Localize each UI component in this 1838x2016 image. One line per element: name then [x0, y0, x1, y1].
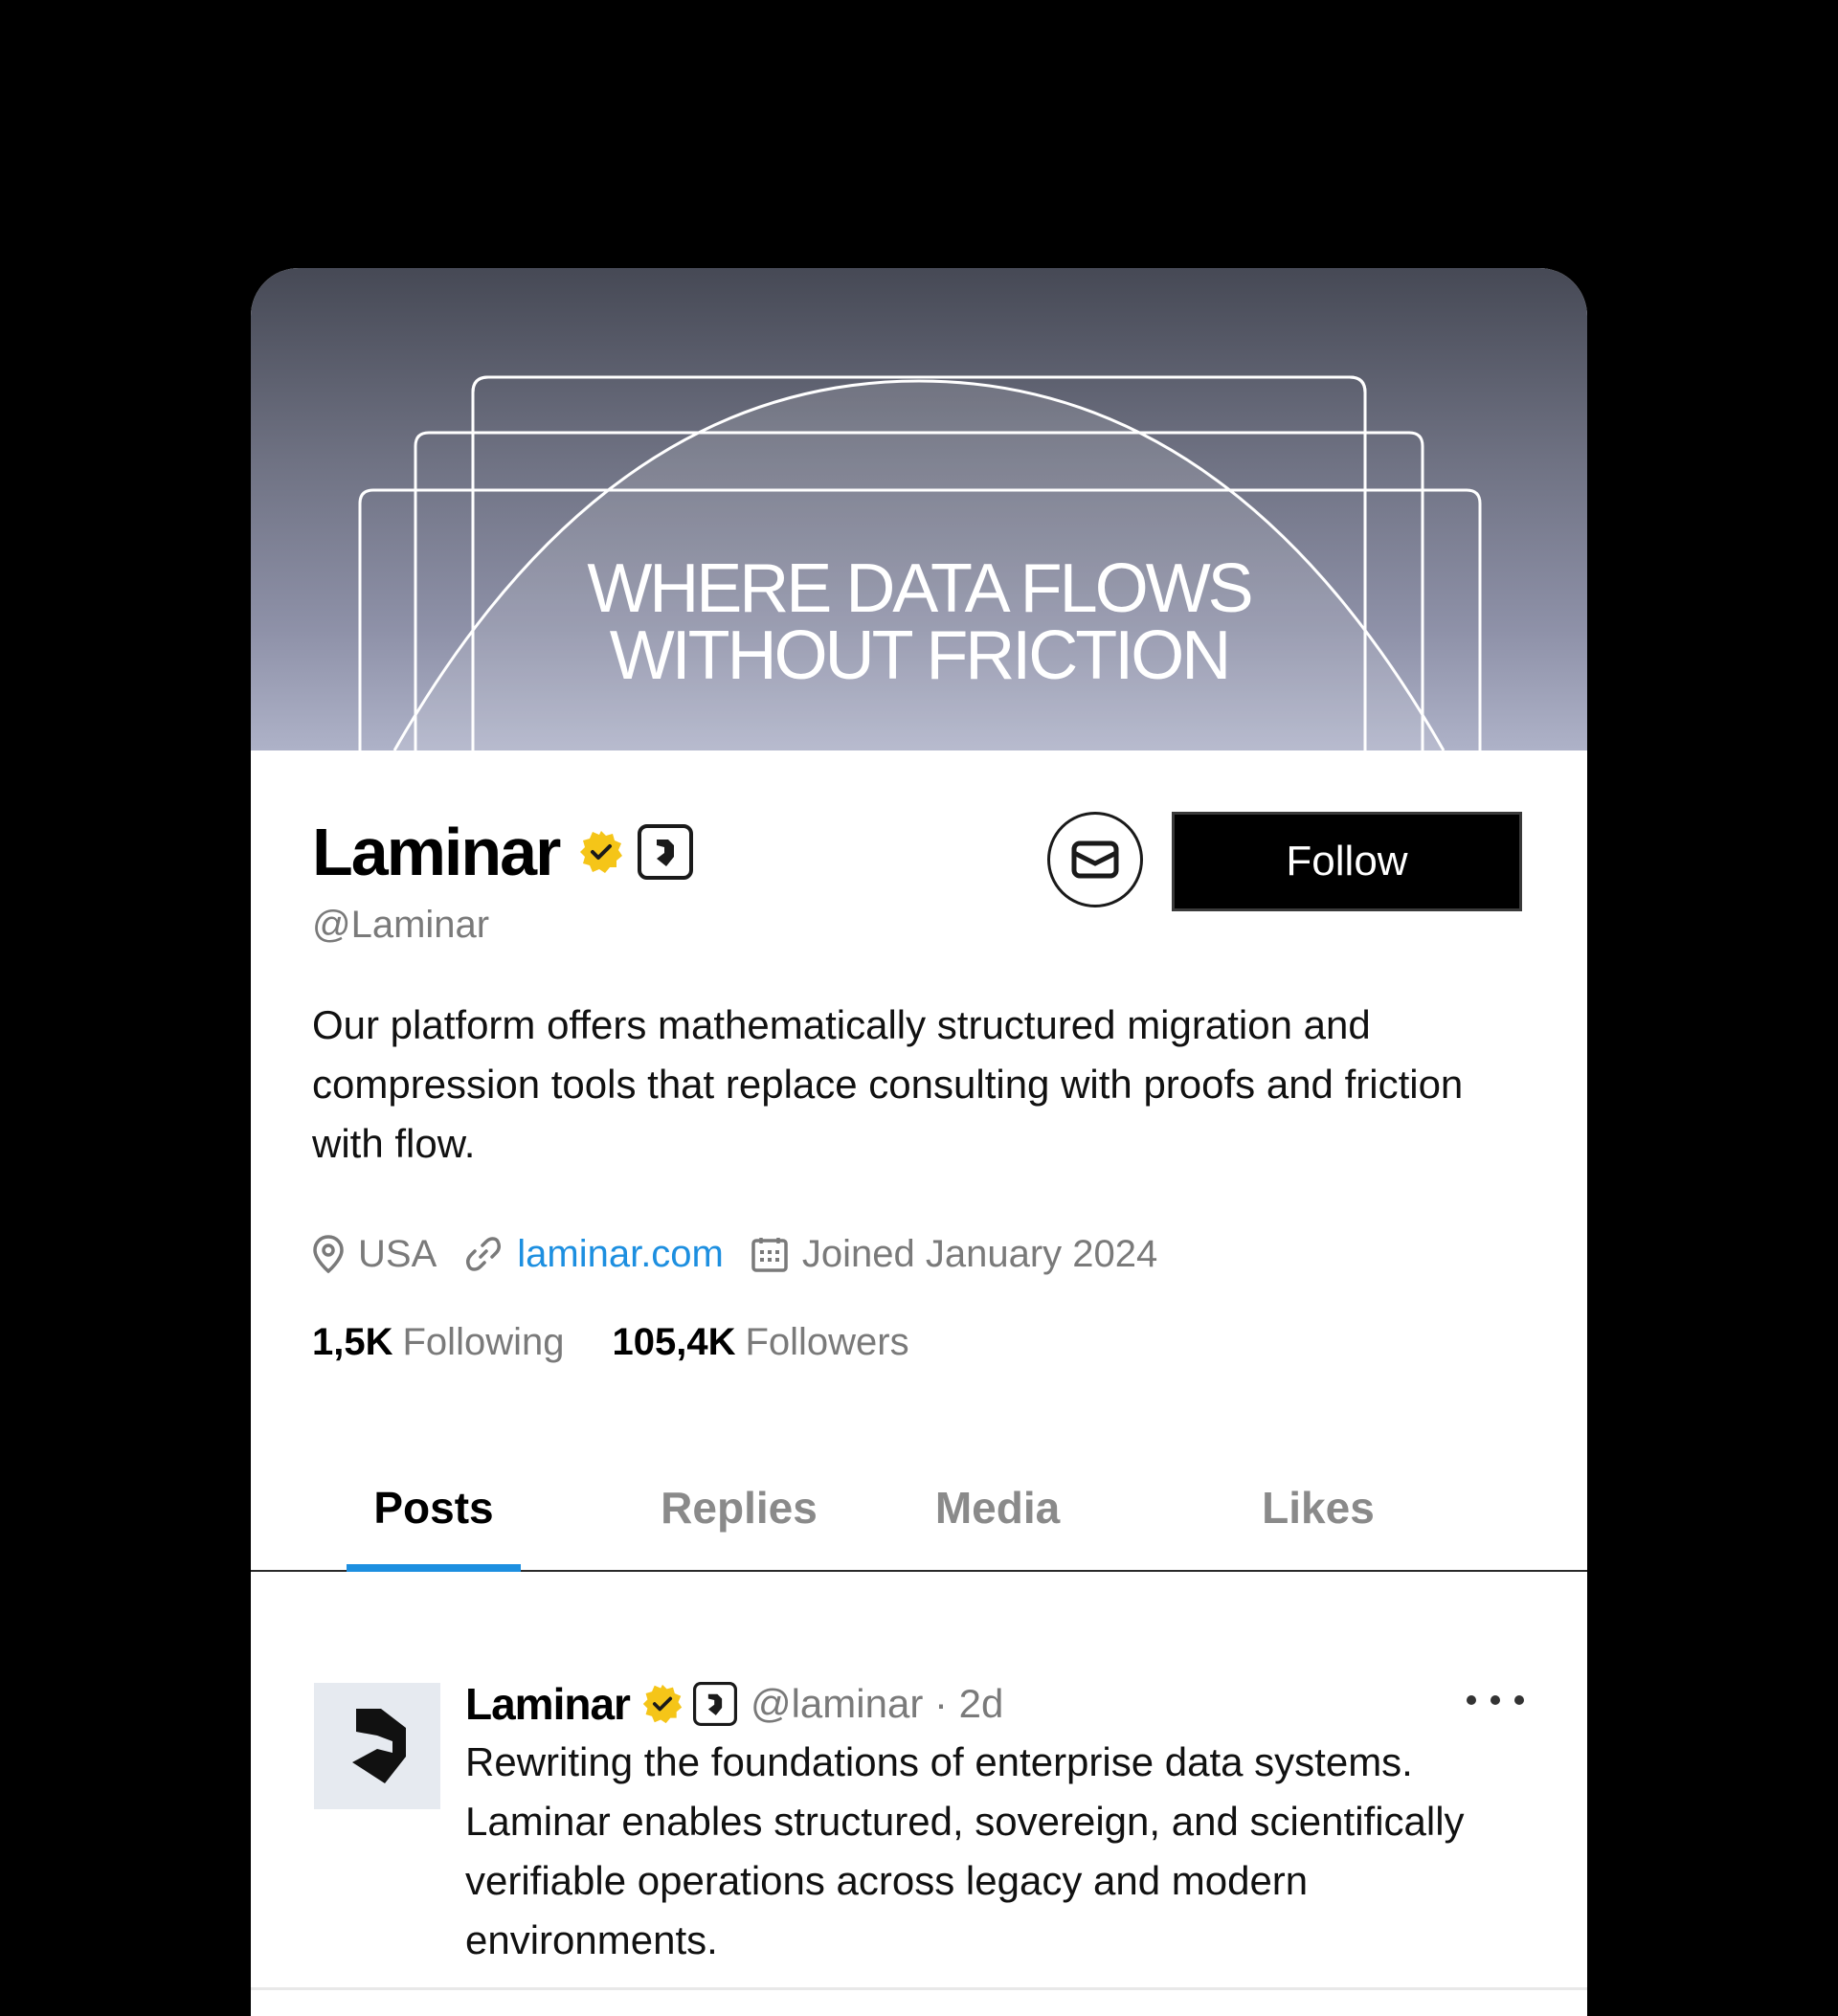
post-author-name[interactable]: Laminar	[465, 1678, 631, 1730]
profile-name: Laminar	[312, 815, 561, 889]
profile-website[interactable]: laminar.com	[463, 1233, 724, 1276]
post-item[interactable]: Laminar @laminar · 2d Rewriting the foun…	[251, 1572, 1587, 2016]
banner-line-2: WITHOUT FRICTION	[609, 617, 1232, 694]
profile-handle: @Laminar	[312, 904, 490, 946]
joined-text: Joined January 2024	[801, 1232, 1158, 1275]
location-pin-icon	[313, 1235, 344, 1274]
follow-button[interactable]: Follow	[1172, 812, 1522, 911]
tab-likes[interactable]: Likes	[1227, 1445, 1409, 1570]
post-text: Rewriting the foundations of enterprise …	[465, 1739, 1465, 1962]
tab-likes-label: Likes	[1262, 1483, 1375, 1533]
profile-tabs: Posts Replies Media Likes	[251, 1445, 1587, 1572]
more-options-icon[interactable]	[1467, 1681, 1524, 1719]
profile-location: USA	[312, 1233, 437, 1276]
banner-headline: WHERE DATA FLOWS WITHOUT FRICTION	[251, 550, 1587, 694]
message-button[interactable]	[1047, 812, 1143, 907]
brand-logo-badge-icon	[638, 824, 694, 880]
post-handle-time: @laminar · 2d	[750, 1681, 1004, 1726]
profile-bio: Our platform offers mathematically struc…	[312, 1002, 1464, 1166]
link-icon	[466, 1237, 502, 1271]
tab-posts[interactable]: Posts	[347, 1445, 521, 1572]
profile-meta: USA laminar.com Joined January 2024	[312, 1227, 1184, 1281]
following-stat[interactable]: 1,5K Following	[312, 1321, 564, 1364]
profile-card: WHERE DATA FLOWS WITHOUT FRICTION Lamina…	[251, 268, 1587, 2016]
verified-badge-icon	[580, 831, 623, 873]
followers-label: Followers	[745, 1321, 909, 1363]
profile-banner: WHERE DATA FLOWS WITHOUT FRICTION	[251, 268, 1587, 750]
profile-stats: 1,5K Following 105,4K Followers	[312, 1321, 957, 1364]
more-dot	[1491, 1695, 1500, 1705]
banner-line-1: WHERE DATA FLOWS	[587, 550, 1253, 627]
tab-replies[interactable]: Replies	[634, 1445, 844, 1570]
tab-active-indicator	[347, 1564, 521, 1572]
location-text: USA	[358, 1232, 437, 1275]
brand-logo-icon	[352, 1709, 406, 1783]
tab-media[interactable]: Media	[902, 1445, 1093, 1570]
website-link[interactable]: laminar.com	[517, 1233, 724, 1276]
following-count: 1,5K	[312, 1321, 393, 1363]
tab-replies-label: Replies	[661, 1483, 818, 1533]
brand-logo-badge-icon	[692, 1682, 737, 1726]
more-dot	[1514, 1695, 1524, 1705]
envelope-icon	[1071, 840, 1119, 879]
followers-count: 105,4K	[612, 1321, 736, 1363]
verified-badge-icon	[642, 1684, 683, 1724]
post-avatar[interactable]	[314, 1683, 440, 1809]
calendar-icon	[751, 1238, 788, 1272]
profile-name-row: Laminar	[312, 814, 694, 890]
following-label: Following	[402, 1321, 565, 1363]
post-divider	[251, 1987, 1587, 1990]
tab-media-label: Media	[934, 1483, 1061, 1533]
more-dot	[1467, 1695, 1476, 1705]
tab-posts-label: Posts	[373, 1483, 494, 1533]
post-header: Laminar @laminar · 2d	[465, 1675, 1003, 1733]
profile-joined: Joined January 2024	[751, 1233, 1157, 1276]
followers-stat[interactable]: 105,4K Followers	[612, 1321, 908, 1364]
